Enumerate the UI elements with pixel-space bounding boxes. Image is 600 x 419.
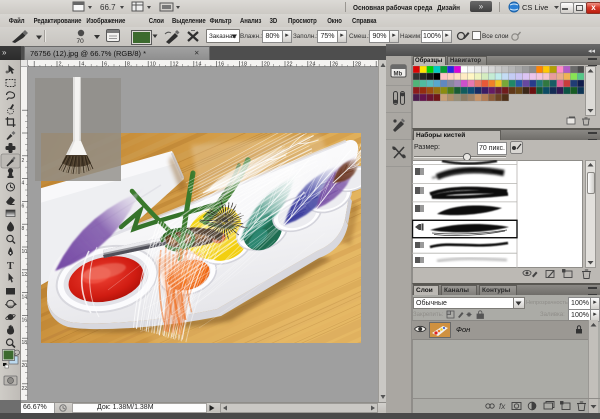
svg-text:16: 16: [22, 317, 28, 323]
svg-text:10: 10: [22, 249, 28, 255]
svg-text:70: 70: [77, 38, 85, 45]
svg-text:20: 20: [264, 62, 270, 68]
svg-text:8: 8: [22, 226, 25, 232]
svg-text:12: 12: [173, 62, 179, 68]
svg-text:8: 8: [127, 62, 130, 68]
svg-text:26: 26: [332, 62, 338, 68]
svg-text:22: 22: [22, 386, 28, 392]
svg-text:2: 2: [22, 158, 25, 164]
svg-text:24: 24: [309, 62, 315, 68]
svg-text:66.7: 66.7: [100, 3, 116, 12]
svg-text:12: 12: [22, 272, 28, 278]
svg-text:6: 6: [22, 203, 25, 209]
svg-text:18: 18: [241, 62, 247, 68]
svg-text:Mb: Mb: [394, 72, 403, 78]
svg-text:fx: fx: [499, 402, 506, 411]
svg-text:20: 20: [22, 363, 28, 369]
svg-text:18: 18: [22, 340, 28, 346]
svg-text:14: 14: [22, 295, 28, 301]
svg-text:22: 22: [287, 62, 293, 68]
svg-text:4: 4: [22, 181, 25, 187]
svg-text:14: 14: [195, 62, 201, 68]
svg-text:28: 28: [355, 62, 361, 68]
svg-text:T: T: [7, 261, 14, 272]
svg-text:16: 16: [218, 62, 224, 68]
svg-text:10: 10: [150, 62, 156, 68]
